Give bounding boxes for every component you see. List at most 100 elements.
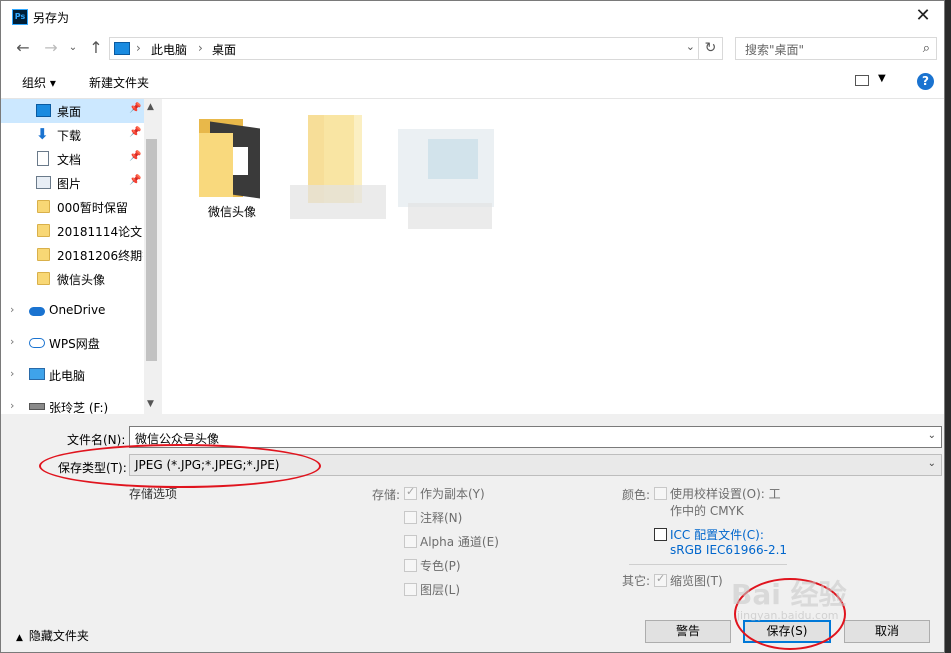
storage-options-heading: 存储选项	[129, 487, 178, 501]
icc-profile-label: ICC 配置文件(C):	[670, 528, 764, 542]
chevron-right-icon[interactable]: ›	[10, 399, 14, 412]
nav-item-folder[interactable]: 20181114论文	[1, 219, 144, 243]
nav-label: 图片	[57, 177, 82, 191]
nav-scrollbar[interactable]: ▲ ▼	[144, 99, 159, 414]
nav-label: 文档	[57, 153, 82, 167]
document-icon	[37, 151, 49, 166]
scroll-thumb[interactable]	[146, 139, 157, 361]
chevron-right-icon[interactable]: ›	[10, 303, 14, 316]
proof-setup-checkbox[interactable]	[654, 487, 667, 500]
nav-label: 桌面	[57, 105, 82, 119]
file-label: 微信头像	[207, 205, 256, 219]
color-label: 颜色:	[622, 488, 651, 502]
watermark-url: jingyan.baidu.com	[737, 609, 839, 622]
photoshop-icon: Ps	[12, 9, 28, 25]
nav-item-wps[interactable]: › WPS网盘	[1, 331, 144, 355]
spot-color-label: 专色(P)	[420, 559, 461, 573]
organize-button[interactable]: 组织 ▾	[22, 74, 56, 91]
drive-icon	[29, 403, 45, 410]
pin-icon[interactable]: 📌	[129, 127, 141, 138]
search-icon: ⌕	[922, 41, 930, 56]
file-item-folder[interactable]: 微信头像	[192, 113, 272, 223]
help-icon[interactable]: ?	[917, 73, 934, 90]
navigation-pane: 桌面 📌 ⬇ 下载 📌 文档 📌 图片 📌 000暂时保留 20181114论文	[1, 99, 159, 414]
nav-item-folder[interactable]: 微信头像	[1, 267, 144, 291]
refresh-icon[interactable]: ↻	[699, 37, 723, 60]
nav-item-documents[interactable]: 文档 📌	[1, 147, 144, 171]
background-edge	[945, 0, 951, 653]
search-placeholder: 搜索"桌面"	[745, 43, 805, 57]
folder-preview-page	[232, 147, 248, 175]
layers-label: 图层(L)	[420, 583, 461, 597]
chevron-down-icon[interactable]: ⌄	[928, 458, 936, 469]
filename-input[interactable]: 微信公众号头像 ⌄	[129, 426, 942, 448]
nav-item-drive[interactable]: › 张玲芝 (F:)	[1, 395, 144, 414]
divider	[629, 564, 787, 565]
warning-button[interactable]: 警告	[645, 620, 731, 643]
layers-checkbox[interactable]	[404, 583, 417, 596]
computer-icon	[114, 42, 130, 55]
storage-label: 存储:	[372, 488, 401, 502]
chevron-right-icon[interactable]: ›	[136, 41, 141, 55]
chevron-down-icon[interactable]: ▼	[878, 73, 886, 84]
annotations-label: 注释(N)	[420, 511, 463, 525]
chevron-up-icon: ▲	[16, 633, 23, 643]
spot-color-checkbox[interactable]	[404, 559, 417, 572]
download-icon: ⬇	[36, 125, 49, 143]
chevron-down-icon[interactable]: ⌄	[928, 430, 936, 441]
recent-dropdown-icon[interactable]: ⌄	[63, 38, 83, 58]
breadcrumb-desktop[interactable]: 桌面	[212, 41, 236, 58]
blurred-thumbnail	[428, 139, 478, 179]
nav-item-onedrive[interactable]: › OneDrive	[1, 299, 144, 323]
command-bar: 组织 ▾ 新建文件夹 ▼ ?	[1, 64, 944, 99]
proof-setup-label-line2: 作中的 CMYK	[670, 504, 744, 518]
cloud-icon	[29, 307, 45, 316]
view-options-icon[interactable]	[855, 75, 869, 86]
chevron-down-icon[interactable]: ▼	[147, 399, 154, 409]
file-item-blurred[interactable]	[290, 113, 390, 223]
chevron-right-icon[interactable]: ›	[10, 335, 14, 348]
picture-icon	[36, 176, 51, 189]
as-copy-checkbox[interactable]	[404, 485, 417, 500]
nav-item-desktop[interactable]: 桌面 📌	[1, 99, 144, 123]
annotations-checkbox[interactable]	[404, 511, 417, 524]
address-bar[interactable]: › 此电脑 › 桌面 ⌄	[109, 37, 699, 60]
watermark-text: Bai 经验	[731, 578, 847, 611]
pin-icon[interactable]: 📌	[129, 151, 141, 162]
as-copy-label: 作为副本(Y)	[420, 487, 485, 501]
chevron-right-icon[interactable]: ›	[10, 367, 14, 380]
blurred-label	[408, 203, 492, 229]
hide-folders-toggle[interactable]: ▲ 隐藏文件夹	[16, 627, 89, 644]
breadcrumb-this-pc[interactable]: 此电脑	[151, 41, 187, 58]
chevron-up-icon[interactable]: ▲	[147, 102, 154, 112]
alpha-channel-checkbox[interactable]	[404, 535, 417, 548]
new-folder-button[interactable]: 新建文件夹	[89, 74, 149, 91]
file-list: 微信头像	[162, 99, 944, 414]
pin-icon[interactable]: 📌	[129, 103, 141, 114]
nav-label: 微信头像	[57, 273, 106, 287]
nav-label: 20181114论文	[57, 225, 143, 239]
up-arrow-icon[interactable]: ↑	[86, 38, 106, 58]
pin-icon[interactable]: 📌	[129, 175, 141, 186]
nav-item-folder[interactable]: 20181206终期答	[1, 243, 144, 267]
hide-folders-label: 隐藏文件夹	[28, 629, 89, 643]
forward-arrow-icon[interactable]: →	[41, 38, 61, 58]
nav-item-this-pc[interactable]: › 此电脑	[1, 363, 144, 387]
thumbnail-checkbox[interactable]	[654, 572, 667, 587]
nav-item-folder[interactable]: 000暂时保留	[1, 195, 144, 219]
chevron-down-icon[interactable]: ⌄	[686, 40, 695, 53]
close-icon[interactable]: ✕	[908, 3, 938, 29]
nav-item-downloads[interactable]: ⬇ 下载 📌	[1, 123, 144, 147]
address-row: ← → ⌄ ↑ › 此电脑 › 桌面 ⌄ ↻ 搜索"桌面" ⌕	[1, 32, 944, 64]
nav-label: 000暂时保留	[57, 201, 128, 215]
annotation-ellipse	[39, 444, 321, 488]
nav-label: 20181206终期答	[57, 249, 143, 263]
nav-label: 张玲芝 (F:)	[49, 401, 109, 414]
file-item-blurred[interactable]	[398, 129, 498, 239]
back-arrow-icon[interactable]: ←	[13, 38, 33, 58]
nav-item-pictures[interactable]: 图片 📌	[1, 171, 144, 195]
search-input[interactable]: 搜索"桌面" ⌕	[735, 37, 937, 60]
chevron-right-icon[interactable]: ›	[198, 41, 203, 55]
folder-front	[199, 133, 233, 197]
icc-profile-checkbox[interactable]	[654, 528, 667, 541]
